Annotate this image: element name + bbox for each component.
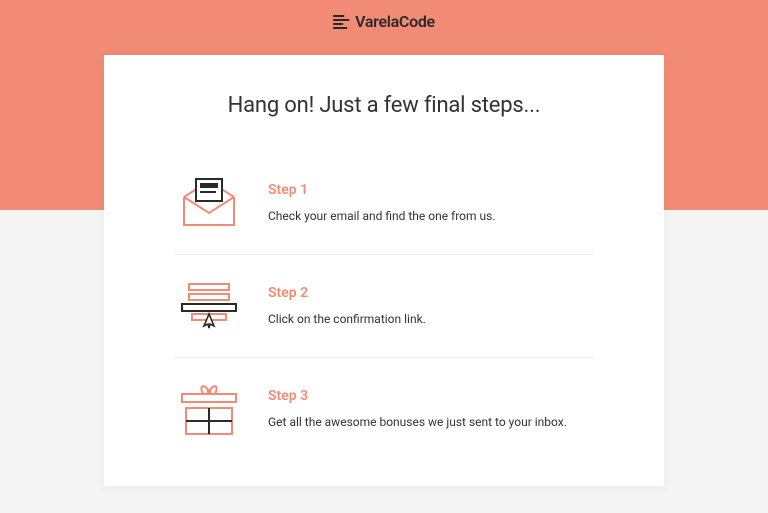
step-desc: Click on the confirmation link. [268, 311, 594, 328]
step-label: Step 2 [268, 285, 594, 301]
click-link-icon [174, 277, 244, 335]
envelope-icon [174, 174, 244, 232]
content-card: Hang on! Just a few final steps... Step … [104, 55, 664, 486]
step-desc: Get all the awesome bonuses we just sent… [268, 414, 594, 431]
gift-icon [174, 380, 244, 438]
step-desc: Check your email and find the one from u… [268, 208, 594, 225]
step-label: Step 3 [268, 388, 594, 404]
step-2: Step 2 Click on the confirmation link. [174, 255, 594, 358]
brand-icon [333, 15, 349, 29]
brand-name: VarelaCode [355, 12, 435, 31]
step-1: Step 1 Check your email and find the one… [174, 152, 594, 255]
brand-logo: VarelaCode [333, 12, 435, 31]
page-title: Hang on! Just a few final steps... [174, 93, 594, 118]
step-label: Step 1 [268, 182, 594, 198]
step-3: Step 3 Get all the awesome bonuses we ju… [174, 358, 594, 446]
